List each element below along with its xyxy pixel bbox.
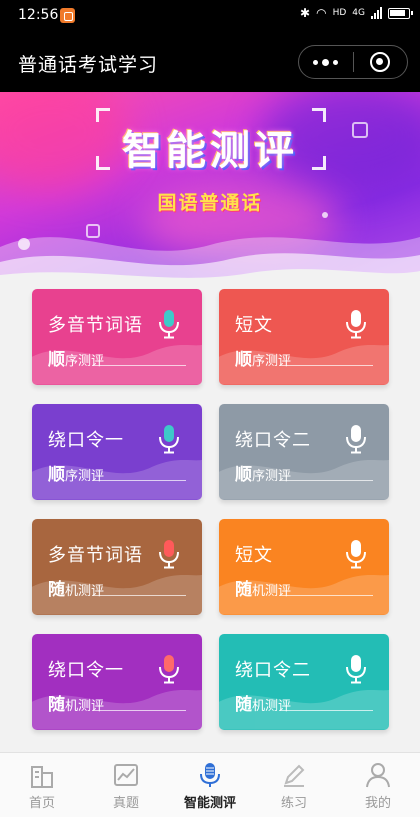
card-title: 绕口令二: [235, 430, 311, 451]
tab-3[interactable]: 练习: [252, 753, 336, 817]
card-mode: 随机测评: [48, 690, 104, 715]
title-bar: 普通话考试学习: [0, 30, 420, 92]
card-title: 绕口令二: [235, 660, 311, 681]
card-underline: [92, 710, 186, 711]
microphone-icon: [346, 310, 366, 339]
microphone-icon: [159, 540, 179, 569]
building-icon: [28, 761, 56, 789]
microphone-icon: [346, 655, 366, 684]
card-title: 短文: [235, 545, 273, 566]
card-underline: [92, 480, 186, 481]
tab-label: 练习: [280, 796, 307, 811]
network-hd-label: HD: [332, 8, 347, 18]
microphone-icon: [346, 540, 366, 569]
card-underline: [279, 595, 373, 596]
close-miniprogram-button[interactable]: [354, 52, 408, 72]
card-underline: [279, 710, 373, 711]
card-mode: 随机测评: [235, 690, 291, 715]
evaluation-card[interactable]: 短文 顺序测评: [219, 289, 389, 385]
dot-icon: [313, 59, 319, 65]
microphone-icon: [196, 761, 224, 789]
tab-2[interactable]: 智能测评: [168, 753, 252, 817]
status-time: 12:56: [18, 7, 59, 23]
card-mode-rest: 机测评: [65, 584, 105, 599]
evaluation-card[interactable]: 绕口令二 随机测评: [219, 634, 389, 730]
tab-label: 智能测评: [183, 796, 236, 811]
card-mode-rest: 机测评: [252, 699, 292, 714]
card-mode: 顺序测评: [235, 460, 291, 485]
battery-icon: [388, 7, 413, 19]
card-title: 绕口令一: [48, 430, 124, 451]
banner: 智能测评 国语普通话: [0, 92, 420, 287]
card-mode: 顺序测评: [235, 345, 291, 370]
card-mode-rest: 序测评: [252, 469, 292, 484]
card-mode-lead: 随: [48, 580, 65, 600]
tab-label: 首页: [28, 796, 55, 811]
evaluation-card[interactable]: 短文 随机测评: [219, 519, 389, 615]
card-title: 多音节词语: [48, 315, 143, 336]
microphone-icon: [159, 655, 179, 684]
card-underline: [279, 480, 373, 481]
card-mode: 随机测评: [235, 575, 291, 600]
tab-label: 我的: [364, 796, 391, 811]
card-title: 多音节词语: [48, 545, 143, 566]
card-mode-rest: 序测评: [65, 469, 105, 484]
card-mode: 顺序测评: [48, 460, 104, 485]
dot-icon: [333, 59, 339, 65]
microphone-icon: [346, 425, 366, 454]
card-mode-lead: 随: [235, 580, 252, 600]
card-underline: [92, 365, 186, 366]
card-mode-rest: 机测评: [252, 584, 292, 599]
user-icon: [364, 761, 392, 789]
card-title: 短文: [235, 315, 273, 336]
microphone-icon: [159, 310, 179, 339]
notification-icon: [60, 8, 75, 23]
card-mode-lead: 顺: [235, 465, 252, 485]
wifi-icon: ◠: [316, 6, 327, 20]
card-mode: 顺序测评: [48, 345, 104, 370]
tab-label: 真题: [112, 796, 139, 811]
card-underline: [279, 365, 373, 366]
card-title: 绕口令一: [48, 660, 124, 681]
tab-0[interactable]: 首页: [0, 753, 84, 817]
tab-4[interactable]: 我的: [336, 753, 420, 817]
card-mode-lead: 随: [48, 695, 65, 715]
chart-icon: [112, 761, 140, 789]
evaluation-card[interactable]: 绕口令一 随机测评: [32, 634, 202, 730]
banner-wave: [0, 237, 420, 287]
more-menu-button[interactable]: [299, 58, 353, 66]
evaluation-card[interactable]: 绕口令二 顺序测评: [219, 404, 389, 500]
card-mode-rest: 序测评: [65, 354, 105, 369]
tab-1[interactable]: 真题: [84, 753, 168, 817]
card-underline: [92, 595, 186, 596]
dot-icon: [322, 58, 330, 66]
tab-bar: 首页 真题 智能测评 练习 我的: [0, 752, 420, 817]
status-indicators: ✱ ◠ HD 4G: [300, 6, 413, 20]
signal-icon: [371, 7, 382, 19]
miniprogram-capsule: [298, 45, 408, 79]
microphone-icon: [159, 425, 179, 454]
card-mode: 随机测评: [48, 575, 104, 600]
network-type-label: 4G: [352, 8, 365, 18]
status-bar: 12:56 ✱ ◠ HD 4G: [0, 0, 420, 30]
evaluation-card[interactable]: 多音节词语 顺序测评: [32, 289, 202, 385]
card-mode-lead: 顺: [48, 465, 65, 485]
card-mode-lead: 顺: [235, 350, 252, 370]
pencil-icon: [280, 761, 308, 789]
evaluation-card[interactable]: 绕口令一 顺序测评: [32, 404, 202, 500]
evaluation-card[interactable]: 多音节词语 随机测评: [32, 519, 202, 615]
card-mode-lead: 顺: [48, 350, 65, 370]
banner-heading: 智能测评: [122, 128, 298, 174]
card-mode-rest: 序测评: [252, 354, 292, 369]
target-icon: [370, 52, 391, 72]
card-mode-lead: 随: [235, 695, 252, 715]
bluetooth-icon: ✱: [300, 6, 311, 20]
page-title: 普通话考试学习: [18, 54, 159, 76]
card-mode-rest: 机测评: [65, 699, 105, 714]
